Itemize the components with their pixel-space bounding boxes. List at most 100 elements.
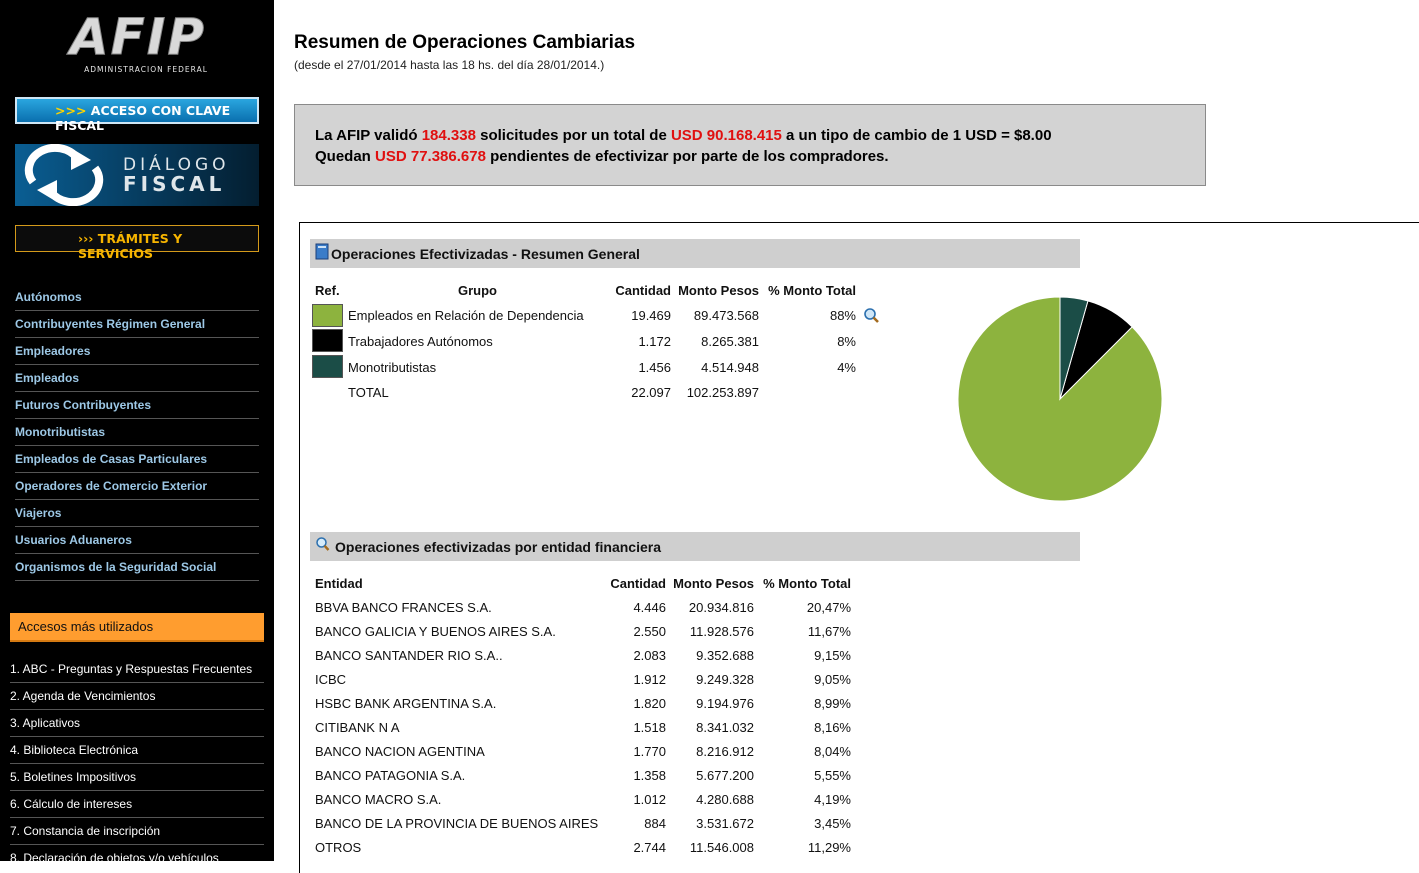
search-icon bbox=[316, 537, 330, 551]
monto-cell: 9.352.688 bbox=[696, 648, 754, 663]
summary-text: pendientes de efectivizar por parte de l… bbox=[485, 148, 889, 165]
entidad-cell: BBVA BANCO FRANCES S.A. bbox=[315, 600, 492, 615]
cantidad-cell: 1.172 bbox=[638, 334, 671, 349]
col-cantidad: Cantidad bbox=[615, 283, 671, 298]
nav-item-autonomos[interactable]: Autónomos bbox=[15, 284, 259, 311]
sidebar-nav: Autónomos Contribuyentes Régimen General… bbox=[15, 284, 259, 581]
grupo-cell: Monotributistas bbox=[348, 360, 437, 375]
acceso-item-aplicativos[interactable]: 3. Aplicativos bbox=[10, 710, 264, 737]
pct-cell: 9,05% bbox=[814, 672, 851, 687]
cantidad-cell: 1.456 bbox=[638, 360, 671, 375]
summary-text: a un tipo de cambio de 1 USD = $8.00 bbox=[781, 127, 1052, 144]
total-label: TOTAL bbox=[348, 385, 389, 400]
nav-item-empleados[interactable]: Empleados bbox=[15, 365, 259, 392]
book-icon bbox=[315, 243, 329, 260]
pct-cell: 4,19% bbox=[814, 792, 851, 807]
pct-cell: 3,45% bbox=[814, 816, 851, 831]
pct-cell: 88% bbox=[829, 308, 856, 323]
nav-item-monotributistas[interactable]: Monotributistas bbox=[15, 419, 259, 446]
entidad-cell: OTROS bbox=[315, 840, 362, 855]
pct-cell: 8,16% bbox=[814, 720, 851, 735]
acceso-item-agenda-vencimientos[interactable]: 2. Agenda de Vencimientos bbox=[10, 683, 264, 710]
nav-item-contribuyentes-regimen-general[interactable]: Contribuyentes Régimen General bbox=[15, 311, 259, 338]
cantidad-cell: 1.912 bbox=[633, 672, 666, 687]
resumen-general-title: Operaciones Efectivizadas - Resumen Gene… bbox=[331, 246, 640, 262]
col-grupo: Grupo bbox=[458, 283, 497, 298]
nav-item-usuarios-aduaneros[interactable]: Usuarios Aduaneros bbox=[15, 527, 259, 554]
dialogo-arrows-icon bbox=[24, 144, 104, 206]
pct-cell: 11,29% bbox=[807, 840, 851, 855]
col-monto: Monto Pesos bbox=[678, 283, 759, 298]
pct-cell: 20,47% bbox=[806, 600, 851, 615]
acceso-item-abc[interactable]: 1. ABC - Preguntas y Respuestas Frecuent… bbox=[10, 656, 264, 683]
page-subtitle: (desde el 27/01/2014 hasta las 18 hs. de… bbox=[294, 58, 605, 72]
acceso-item-declaracion-objetos[interactable]: 8. Declaración de objetos y/o vehículos bbox=[10, 845, 264, 861]
cantidad-cell: 2.083 bbox=[633, 648, 666, 663]
dialogo-fiscal-banner[interactable]: DIÁLOGO FISCAL bbox=[15, 144, 259, 206]
nav-item-empleados-casas-particulares[interactable]: Empleados de Casas Particulares bbox=[15, 446, 259, 473]
pct-cell: 8% bbox=[837, 334, 856, 349]
validated-count: 184.338 bbox=[421, 127, 476, 144]
pct-cell: 8,04% bbox=[814, 744, 851, 759]
summary-text: La AFIP validó bbox=[315, 127, 422, 144]
grupo-cell: Empleados en Relación de Dependencia bbox=[348, 308, 584, 323]
nav-item-empleadores[interactable]: Empleadores bbox=[15, 338, 259, 365]
magnifier-icon[interactable] bbox=[863, 307, 880, 324]
monto-cell: 8.216.912 bbox=[696, 744, 754, 759]
nav-item-organismos-seguridad-social[interactable]: Organismos de la Seguridad Social bbox=[15, 554, 259, 581]
col-monto: Monto Pesos bbox=[673, 576, 754, 591]
acceso-item-constancia-inscripcion[interactable]: 7. Constancia de inscripción bbox=[10, 818, 264, 845]
col-ref: Ref. bbox=[315, 283, 340, 298]
summary-text: solicitudes por un total de bbox=[475, 127, 671, 144]
entidad-cell: ICBC bbox=[315, 672, 347, 687]
total-monto: 102.253.897 bbox=[686, 385, 759, 400]
entidad-cell: CITIBANK N A bbox=[315, 720, 400, 735]
entidades-title: Operaciones efectivizadas por entidad fi… bbox=[335, 539, 661, 555]
entidad-cell: BANCO PATAGONIA S.A. bbox=[315, 768, 466, 783]
entidad-cell: BANCO DE LA PROVINCIA DE BUENOS AIRES bbox=[315, 816, 599, 831]
nav-item-operadores-comercio-exterior[interactable]: Operadores de Comercio Exterior bbox=[15, 473, 259, 500]
arrows-icon: >>> bbox=[55, 103, 87, 118]
pct-cell: 9,15% bbox=[814, 648, 851, 663]
monto-cell: 8.341.032 bbox=[696, 720, 754, 735]
acceso-item-biblioteca[interactable]: 4. Biblioteca Electrónica bbox=[10, 737, 264, 764]
monto-cell: 5.677.200 bbox=[696, 768, 754, 783]
accesos-mas-utilizados-header: Accesos más utilizados bbox=[10, 613, 264, 642]
cantidad-cell: 2.744 bbox=[633, 840, 666, 855]
swatch-dependencia bbox=[312, 304, 343, 327]
pending-total: USD 77.386.678 bbox=[375, 148, 486, 165]
cantidad-cell: 1.358 bbox=[633, 768, 666, 783]
monto-cell: 20.934.816 bbox=[688, 600, 754, 615]
entidades-header: Operaciones efectivizadas por entidad fi… bbox=[310, 532, 1080, 561]
acceso-item-boletines[interactable]: 5. Boletines Impositivos bbox=[10, 764, 264, 791]
col-pct: % Monto Total bbox=[763, 576, 851, 591]
monto-cell: 89.473.568 bbox=[693, 308, 759, 323]
tramites-servicios-button[interactable]: ››› TRÁMITES Y SERVICIOS bbox=[15, 225, 259, 261]
summary-text: Quedan bbox=[315, 148, 376, 165]
swatch-autonomos bbox=[312, 329, 343, 352]
acceso-item-calculo-intereses[interactable]: 6. Cálculo de intereses bbox=[10, 791, 264, 818]
pie-chart bbox=[957, 296, 1163, 502]
pct-cell: 5,55% bbox=[814, 768, 851, 783]
sidebar: AFIP ADMINISTRACION FEDERAL >>> ACCESO C… bbox=[0, 0, 274, 861]
accesos-list: 1. ABC - Preguntas y Respuestas Frecuent… bbox=[10, 656, 264, 861]
summary-box: La AFIP validó 184.338 solicitudes por u… bbox=[294, 104, 1206, 186]
logo-subtitle: ADMINISTRACION FEDERAL bbox=[84, 65, 208, 74]
logo-wordmark: AFIP bbox=[66, 10, 206, 66]
monto-cell: 3.531.672 bbox=[696, 816, 754, 831]
monto-cell: 9.249.328 bbox=[696, 672, 754, 687]
monto-cell: 9.194.976 bbox=[696, 696, 754, 711]
cantidad-cell: 2.550 bbox=[633, 624, 666, 639]
nav-item-viajeros[interactable]: Viajeros bbox=[15, 500, 259, 527]
afip-logo[interactable]: AFIP ADMINISTRACION FEDERAL bbox=[28, 10, 248, 76]
monto-cell: 11.546.008 bbox=[689, 840, 754, 855]
cantidad-cell: 1.518 bbox=[633, 720, 666, 735]
page-title: Resumen de Operaciones Cambiarias bbox=[294, 32, 636, 53]
monto-cell: 4.280.688 bbox=[696, 792, 754, 807]
summary-line-1: La AFIP validó 184.338 solicitudes por u… bbox=[315, 125, 1205, 146]
pct-cell: 4% bbox=[837, 360, 856, 375]
cantidad-cell: 1.770 bbox=[633, 744, 666, 759]
clave-fiscal-button[interactable]: >>> ACCESO CON CLAVE FISCAL bbox=[15, 97, 259, 133]
nav-item-futuros-contribuyentes[interactable]: Futuros Contribuyentes bbox=[15, 392, 259, 419]
cantidad-cell: 884 bbox=[644, 816, 666, 831]
